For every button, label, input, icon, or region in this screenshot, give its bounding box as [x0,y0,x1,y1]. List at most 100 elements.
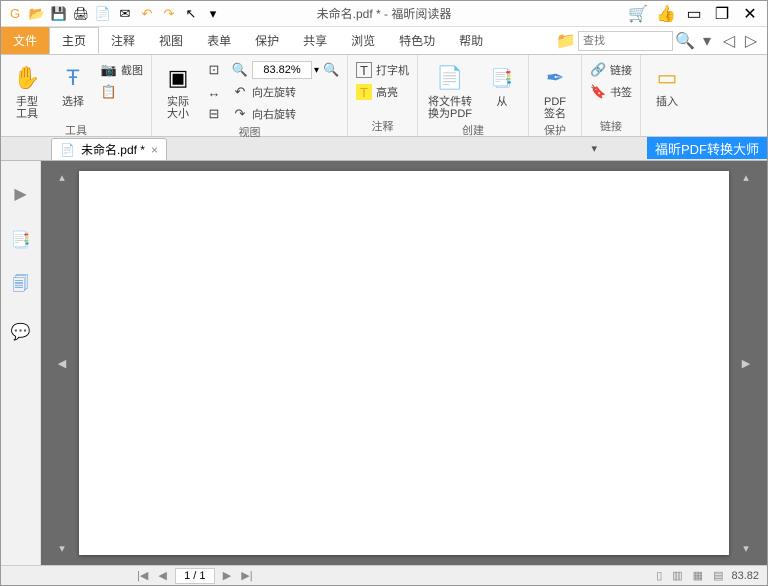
snapshot-label: 截图 [121,62,143,78]
fit-visible-icon: ⊟ [206,106,222,122]
find-dropdown-icon[interactable]: ▾ [697,31,717,51]
fit-width-button[interactable]: ↔ [204,82,224,102]
view-continuous-icon[interactable]: ▥ [670,569,684,582]
new-doc-button[interactable]: 📄 [93,4,113,24]
shop-button[interactable]: 🛒 [625,4,651,24]
find-search-icon[interactable]: 🔍 [675,31,695,51]
tab-file[interactable]: 文件 [1,27,49,54]
pdf-sign-button[interactable]: ✒ PDF 签名 [535,60,575,122]
promo-badge[interactable]: 福昕PDF转换大师 [647,137,767,159]
side-bookmark-button[interactable]: 📑 [8,227,34,253]
bookmark-button[interactable]: 🔖书签 [588,82,634,102]
group-tools: ✋ 手型 工具 Ŧ 选择 📷截图 📋 工具 [1,55,152,136]
snapshot-button[interactable]: 📷截图 [99,60,145,80]
group-annotate-label: 注释 [372,118,394,136]
prev-page-strip[interactable]: ▴◀▾ [55,171,69,555]
last-page-button[interactable]: ▶| [239,569,254,582]
pdf-file-icon: 📄 [60,143,75,157]
qat-more-button[interactable]: ▾ [203,4,223,24]
tab-protect[interactable]: 保护 [243,27,291,54]
app-icon[interactable]: G [5,4,25,24]
fit-visible-button[interactable]: ⊟ [204,104,224,124]
tab-help[interactable]: 帮助 [447,27,495,54]
prev-page-button[interactable]: ◀ [156,569,168,582]
insert-button[interactable]: ▭ 插入 [647,60,687,110]
open-folder-button[interactable]: 📂 [27,4,47,24]
select-tool-label: 选择 [62,96,84,108]
side-comment-button[interactable]: 💬 [8,319,34,345]
tab-view[interactable]: 视图 [147,27,195,54]
group-view: ▣ 实际 大小 ⊡ ↔ ⊟ 🔍 ▾ 🔍 ↶向左旋转 ↷向右旋转 视图 [152,55,348,136]
next-page-button[interactable]: ▶ [221,569,233,582]
insert-icon: ▭ [651,62,683,94]
pdf-page[interactable] [79,171,729,555]
rotate-right-button[interactable]: ↷向右旋转 [230,104,341,124]
select-tool-button[interactable]: Ŧ 选择 [53,60,93,110]
redo-button[interactable]: ↷ [159,4,179,24]
actual-size-button[interactable]: ▣ 实际 大小 [158,60,198,122]
zoom-value: 83.82 [731,570,759,582]
statusbar: |◀ ◀ ▶ ▶| ▯ ▥ ▦ ▤ 83.82 [1,565,767,585]
typewriter-icon: T [356,62,372,78]
link-label: 链接 [610,62,632,78]
fit-page-button[interactable]: ⊡ [204,60,224,80]
zoom-out-button[interactable]: 🔍 [230,60,250,80]
page-number-input[interactable] [175,568,215,584]
fit-page-icon: ⊡ [206,62,222,78]
undo-button[interactable]: ↶ [137,4,157,24]
zoom-in-icon: 🔍 [323,62,339,78]
from-button[interactable]: 📑 从 [482,60,522,110]
next-page-strip[interactable]: ▴▶▾ [739,171,753,555]
print-button[interactable]: 🖨 [71,4,91,24]
rotate-left-button[interactable]: ↶向左旋转 [230,82,341,102]
cursor-mode-button[interactable]: ↖ [181,4,201,24]
tab-form[interactable]: 表单 [195,27,243,54]
find-folder-icon[interactable]: 📁 [556,31,576,51]
convert-label: 将文件转 换为PDF [428,96,472,120]
highlight-button[interactable]: T高亮 [354,82,411,102]
like-button[interactable]: 👍 [653,4,679,24]
email-button[interactable]: ✉ [115,4,135,24]
find-input[interactable] [578,31,673,51]
link-button[interactable]: 🔗链接 [588,60,634,80]
typewriter-label: 打字机 [376,62,409,78]
zoom-input[interactable] [252,61,312,79]
view-continuous-facing-icon[interactable]: ▤ [711,569,725,582]
tab-browse[interactable]: 浏览 [339,27,387,54]
first-page-button[interactable]: |◀ [135,569,150,582]
link-icon: 🔗 [590,62,606,78]
zoom-dropdown[interactable]: ▾ [314,65,319,76]
rotate-left-label: 向左旋转 [252,84,296,100]
save-button[interactable]: 💾 [49,4,69,24]
document-tab[interactable]: 📄 未命名.pdf * × [51,138,167,160]
side-nav: ▶ 📑 🗐 💬 [1,161,41,565]
hand-tool-button[interactable]: ✋ 手型 工具 [7,60,47,122]
tab-feature[interactable]: 特色功 [387,27,447,54]
typewriter-button[interactable]: T打字机 [354,60,411,80]
side-expand-button[interactable]: ▶ [8,181,34,207]
tab-share[interactable]: 共享 [291,27,339,54]
zoom-out-icon: 🔍 [232,62,248,78]
convert-to-pdf-button[interactable]: 📄 将文件转 换为PDF [424,60,476,122]
group-link-label: 链接 [600,118,622,136]
maximize-button[interactable]: ❐ [709,4,735,24]
highlight-label: 高亮 [376,84,398,100]
rotate-left-icon: ↶ [232,84,248,100]
side-pages-button[interactable]: 🗐 [8,273,34,299]
view-facing-icon[interactable]: ▦ [691,569,705,582]
close-button[interactable]: ✕ [737,4,763,24]
group-insert: ▭ 插入 [641,55,693,136]
document-tab-close[interactable]: × [151,143,158,157]
find-prev-icon[interactable]: ◁ [719,31,739,51]
view-single-icon[interactable]: ▯ [654,569,664,582]
select-text-icon: Ŧ [57,62,89,94]
insert-label: 插入 [656,96,678,108]
tab-home[interactable]: 主页 [49,27,99,54]
highlight-icon: T [356,84,372,100]
minimize-button[interactable]: ▭ [681,4,707,24]
tab-comment[interactable]: 注释 [99,27,147,54]
find-next-icon[interactable]: ▷ [741,31,761,51]
clipboard-button[interactable]: 📋 [99,82,145,102]
zoom-in-button[interactable]: 🔍 [321,60,341,80]
tab-list-dropdown[interactable]: ▾ [591,142,597,155]
